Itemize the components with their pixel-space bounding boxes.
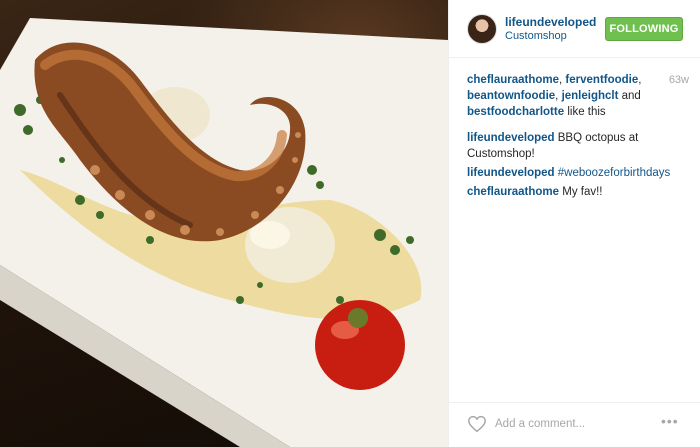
heart-icon[interactable] (467, 415, 487, 433)
liker-link[interactable]: jenleighclt (562, 90, 619, 102)
more-options-icon[interactable]: ••• (661, 413, 683, 431)
comment-author-link[interactable]: lifeundeveloped (467, 167, 555, 179)
following-button[interactable]: FOLLOWING (605, 17, 683, 41)
comment-text: My fav!! (562, 186, 603, 198)
add-comment-input[interactable] (495, 415, 645, 433)
likes-line: cheflauraathome, ferventfoodie, beantown… (467, 72, 689, 118)
comment-author-link[interactable]: cheflauraathome (467, 186, 559, 198)
post-footer: ••• (449, 402, 700, 447)
post-details-panel: lifeundeveloped Customshop FOLLOWING che… (448, 0, 700, 447)
avatar[interactable] (467, 14, 497, 44)
comment-item: lifeundeveloped BBQ octopus at Customsho… (467, 130, 689, 162)
comment-author-link[interactable]: lifeundeveloped (467, 132, 555, 144)
comment-item: lifeundeveloped #weboozeforbirthdays (467, 165, 689, 181)
post-timestamp[interactable]: 63w (669, 72, 689, 88)
header-username[interactable]: lifeundeveloped (505, 15, 596, 29)
post-header: lifeundeveloped Customshop FOLLOWING (449, 0, 700, 58)
octopus-dish-illustration (0, 18, 448, 447)
location-link[interactable]: Customshop (505, 30, 567, 42)
liker-link[interactable]: ferventfoodie (565, 74, 638, 86)
comments-section: cheflauraathome, ferventfoodie, beantown… (467, 72, 689, 203)
hashtag-link[interactable]: #weboozeforbirthdays (558, 167, 671, 179)
liker-link[interactable]: cheflauraathome (467, 74, 559, 86)
liker-link[interactable]: bestfoodcharlotte (467, 106, 564, 118)
likes-suffix: like this (567, 106, 606, 118)
comment-item: cheflauraathome My fav!! (467, 184, 689, 200)
post-photo[interactable] (0, 0, 448, 447)
liker-link[interactable]: beantownfoodie (467, 90, 555, 102)
